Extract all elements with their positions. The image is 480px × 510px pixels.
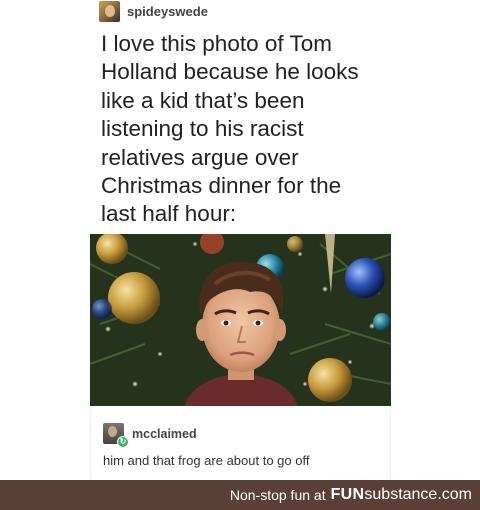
tumblr-post: spideyswede I love this photo of Tom Hol… (0, 0, 480, 480)
logo-substance: substance (364, 486, 438, 503)
reply-author-username[interactable]: mcclaimed (132, 427, 197, 441)
reblog-icon: ↻ (117, 436, 129, 448)
logo-domain: .com (437, 486, 472, 503)
author-avatar[interactable] (99, 0, 120, 22)
watermark-footer: Non-stop fun at FUNsubstance.com (0, 480, 480, 510)
funsubstance-logo[interactable]: FUNsubstance.com (331, 486, 472, 504)
post-photo (90, 234, 391, 406)
post-body-text: I love this photo of Tom Holland because… (101, 31, 359, 227)
logo-fun: FUN (330, 486, 365, 503)
reply-author-avatar[interactable]: ↻ (103, 423, 129, 448)
footer-tagline: Non-stop fun at (229, 487, 326, 503)
reblog-comment: ↻ mcclaimed him and that frog are about … (90, 406, 391, 480)
reply-text: him and that frog are about to go off (103, 453, 310, 468)
reply-header: ↻ mcclaimed (103, 423, 197, 448)
footer-text: Non-stop fun at FUNsubstance.com (230, 480, 472, 510)
post-header: spideyswede (99, 0, 208, 22)
author-username[interactable]: spideyswede (127, 4, 208, 19)
